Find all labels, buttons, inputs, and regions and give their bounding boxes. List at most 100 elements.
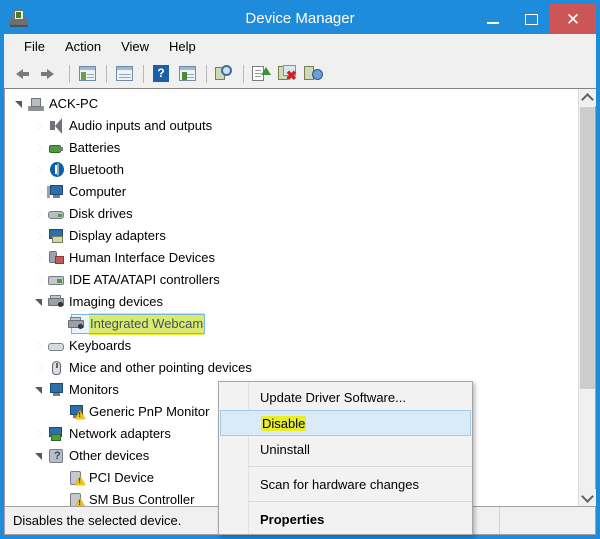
mouse-icon bbox=[47, 359, 65, 377]
device-manager-window: Device Manager ✕ File Action View Help ?… bbox=[0, 0, 600, 539]
help-button[interactable]: ? bbox=[149, 62, 175, 86]
show-hide-console-tree-button[interactable] bbox=[75, 62, 101, 86]
context-menu[interactable]: Update Driver Software... Disable Uninstal… bbox=[218, 381, 473, 535]
tree-item[interactable]: Display adapters bbox=[5, 225, 578, 247]
close-icon: ✕ bbox=[565, 9, 581, 29]
menu-action[interactable]: Action bbox=[55, 36, 111, 57]
collapse-toggle[interactable] bbox=[33, 291, 47, 313]
tree-root[interactable]: ACK-PC bbox=[5, 93, 578, 115]
expand-toggle[interactable] bbox=[33, 423, 47, 445]
tree-item-label: Monitors bbox=[69, 382, 119, 397]
context-menu-item[interactable]: Properties bbox=[219, 506, 472, 532]
context-menu-item-label: Uninstall bbox=[260, 441, 310, 457]
context-menu-item[interactable]: Scan for hardware changes bbox=[219, 471, 472, 497]
expand-toggle[interactable] bbox=[33, 225, 47, 247]
expand-toggle[interactable] bbox=[33, 137, 47, 159]
menu-help[interactable]: Help bbox=[159, 36, 206, 57]
scrollbar-thumb[interactable] bbox=[580, 107, 595, 389]
collapse-toggle[interactable] bbox=[33, 379, 47, 401]
tree-item-label: Disk drives bbox=[69, 206, 133, 221]
vertical-scrollbar[interactable] bbox=[578, 89, 596, 506]
title-bar: Device Manager ✕ bbox=[4, 4, 596, 34]
tree-item-label: SM Bus Controller bbox=[89, 492, 195, 506]
disable-device-button[interactable] bbox=[301, 62, 327, 86]
tree-item-label: Imaging devices bbox=[69, 294, 163, 309]
device-manager-icon bbox=[8, 8, 30, 30]
maximize-button[interactable] bbox=[512, 4, 550, 34]
menu-view[interactable]: View bbox=[111, 36, 159, 57]
expand-toggle[interactable] bbox=[33, 335, 47, 357]
minimize-button[interactable] bbox=[474, 4, 512, 34]
chevron-up-icon bbox=[581, 92, 594, 106]
scan-for-hardware-changes-button[interactable] bbox=[212, 62, 238, 86]
tree-item[interactable]: IDE ATA/ATAPI controllers bbox=[5, 269, 578, 291]
status-cell-3 bbox=[500, 507, 595, 534]
computer-node-icon bbox=[47, 183, 65, 201]
context-menu-item-label: Update Driver Software... bbox=[260, 389, 406, 405]
context-menu-item[interactable]: Disable bbox=[220, 410, 471, 436]
menu-file[interactable]: File bbox=[14, 36, 55, 57]
tree-item-label: Audio inputs and outputs bbox=[69, 118, 213, 133]
toolbar-separator bbox=[106, 64, 107, 83]
tree-item[interactable]: Bluetooth bbox=[5, 159, 578, 181]
tree-item[interactable]: Integrated Webcam bbox=[5, 313, 578, 335]
expand-toggle[interactable] bbox=[33, 159, 47, 181]
close-button[interactable]: ✕ bbox=[550, 4, 596, 34]
monitor-icon bbox=[47, 381, 65, 399]
tree-item[interactable]: Computer bbox=[5, 181, 578, 203]
action-pane-icon bbox=[179, 65, 196, 81]
toolbar-separator bbox=[243, 64, 244, 83]
console-tree-icon bbox=[79, 65, 96, 81]
scroll-down-button[interactable] bbox=[579, 489, 596, 506]
update-driver-button[interactable] bbox=[249, 62, 275, 86]
uninstall-device-button[interactable]: ✖ bbox=[275, 62, 301, 86]
expand-toggle[interactable] bbox=[33, 269, 47, 291]
expand-toggle[interactable] bbox=[33, 357, 47, 379]
context-menu-item[interactable]: Update Driver Software... bbox=[219, 384, 472, 410]
hid-icon bbox=[47, 249, 65, 267]
menu-separator bbox=[249, 466, 472, 467]
keyboard-icon bbox=[47, 337, 65, 355]
tree-item[interactable]: Batteries bbox=[5, 137, 578, 159]
device-tree-panel: ACK-PC Audio inputs and outputs Batteries B… bbox=[4, 88, 596, 535]
expand-toggle[interactable] bbox=[33, 115, 47, 137]
back-button[interactable] bbox=[12, 62, 38, 86]
computer-icon bbox=[27, 95, 45, 113]
tree-item[interactable]: Human Interface Devices bbox=[5, 247, 578, 269]
expand-toggle[interactable] bbox=[33, 247, 47, 269]
scroll-up-button[interactable] bbox=[579, 89, 596, 106]
tree-item[interactable]: Disk drives bbox=[5, 203, 578, 225]
tree-item[interactable]: Audio inputs and outputs bbox=[5, 115, 578, 137]
warning-badge-icon bbox=[75, 476, 85, 485]
window-controls: ✕ bbox=[474, 4, 596, 34]
context-menu-item[interactable]: Uninstall bbox=[219, 436, 472, 462]
unknown-device-icon bbox=[67, 469, 85, 487]
toolbar-separator bbox=[206, 64, 207, 83]
tree-item-label: PCI Device bbox=[89, 470, 155, 485]
display-adapter-icon bbox=[47, 227, 65, 245]
collapse-toggle[interactable] bbox=[33, 445, 47, 467]
network-adapter-icon bbox=[47, 425, 65, 443]
context-menu-item-label: Scan for hardware changes bbox=[260, 476, 419, 492]
tree-item-label: IDE ATA/ATAPI controllers bbox=[69, 272, 220, 287]
collapse-toggle[interactable] bbox=[13, 93, 27, 115]
properties-button[interactable] bbox=[112, 62, 138, 86]
bluetooth-icon bbox=[47, 161, 65, 179]
forward-button[interactable] bbox=[38, 62, 64, 86]
menu-separator bbox=[249, 501, 472, 502]
ide-controller-icon bbox=[47, 271, 65, 289]
arrow-right-icon bbox=[47, 68, 54, 79]
tree-item[interactable]: Mice and other pointing devices bbox=[5, 357, 578, 379]
client-area: File Action View Help ? ✖ ACK-PC Audio i… bbox=[4, 34, 596, 535]
unknown-device-icon bbox=[67, 491, 85, 506]
tree-item[interactable]: Imaging devices bbox=[5, 291, 578, 313]
expand-toggle[interactable] bbox=[33, 203, 47, 225]
show-hide-action-pane-button[interactable] bbox=[175, 62, 201, 86]
tree-item-label: Mice and other pointing devices bbox=[69, 360, 252, 375]
imaging-device-icon bbox=[47, 293, 65, 311]
expand-toggle[interactable] bbox=[33, 181, 47, 203]
tree-item[interactable]: Keyboards bbox=[5, 335, 578, 357]
